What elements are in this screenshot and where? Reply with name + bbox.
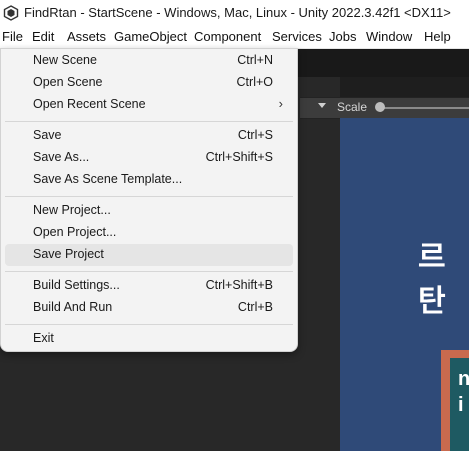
menu-item-label: Open Project... bbox=[33, 225, 117, 239]
menu-item-new-project[interactable]: New Project... bbox=[5, 200, 293, 222]
menu-item-label: Save bbox=[33, 128, 62, 142]
menu-assets[interactable]: Assets bbox=[67, 29, 106, 44]
game-title-text: 르탄 bbox=[418, 241, 447, 318]
menu-item-label: Build Settings... bbox=[33, 278, 120, 292]
menu-item-exit[interactable]: Exit bbox=[5, 328, 293, 350]
menu-separator bbox=[5, 271, 293, 272]
title-bar: FindRtan - StartScene - Windows, Mac, Li… bbox=[0, 0, 469, 26]
menu-item-open-project[interactable]: Open Project... bbox=[5, 222, 293, 244]
menu-item-save-as[interactable]: Save As... Ctrl+Shift+S bbox=[5, 147, 293, 169]
display-dropdown-arrow-icon[interactable] bbox=[318, 103, 326, 108]
menu-item-shortcut: Ctrl+O bbox=[236, 75, 273, 89]
unity-logo-icon bbox=[3, 5, 19, 21]
file-menu-dropdown: New Scene Ctrl+N Open Scene Ctrl+O Open … bbox=[0, 48, 298, 352]
menu-separator bbox=[5, 324, 293, 325]
menu-item-new-scene[interactable]: New Scene Ctrl+N bbox=[5, 50, 293, 72]
menu-item-save[interactable]: Save Ctrl+S bbox=[5, 125, 293, 147]
menu-item-save-as-scene-template[interactable]: Save As Scene Template... bbox=[5, 169, 293, 191]
scale-label: Scale bbox=[337, 100, 368, 114]
menu-item-build-settings[interactable]: Build Settings... Ctrl+Shift+B bbox=[5, 275, 293, 297]
menu-item-label: Build And Run bbox=[33, 300, 113, 314]
menu-item-label: New Project... bbox=[33, 203, 111, 217]
menu-item-shortcut: Ctrl+B bbox=[237, 300, 273, 314]
menu-item-label: Open Recent Scene bbox=[33, 97, 146, 111]
menu-item-shortcut: Ctrl+S bbox=[237, 128, 273, 142]
menu-item-label: Open Scene bbox=[33, 75, 103, 89]
window-title: FindRtan - StartScene - Windows, Mac, Li… bbox=[24, 5, 451, 20]
menu-component[interactable]: Component bbox=[194, 29, 261, 44]
submenu-chevron-right-icon: › bbox=[278, 96, 283, 111]
menu-item-open-scene[interactable]: Open Scene Ctrl+O bbox=[5, 72, 293, 94]
menu-item-open-recent-scene[interactable]: Open Recent Scene › bbox=[5, 94, 293, 116]
menu-services[interactable]: Services bbox=[272, 29, 322, 44]
menu-separator bbox=[5, 121, 293, 122]
menu-file[interactable]: File bbox=[2, 29, 23, 44]
scale-slider[interactable] bbox=[380, 107, 469, 109]
menu-item-save-project[interactable]: Save Project bbox=[5, 244, 293, 266]
menu-item-label: Exit bbox=[33, 331, 54, 345]
menu-item-shortcut: Ctrl+N bbox=[237, 53, 273, 67]
menu-separator bbox=[5, 196, 293, 197]
scale-slider-handle[interactable] bbox=[375, 102, 385, 112]
menu-item-label: Save As... bbox=[33, 150, 90, 164]
menu-item-label: Save As Scene Template... bbox=[33, 172, 183, 186]
menu-item-label: Save Project bbox=[33, 247, 104, 261]
menu-window[interactable]: Window bbox=[366, 29, 412, 44]
menu-edit[interactable]: Edit bbox=[32, 29, 54, 44]
menu-gameobject[interactable]: GameObject bbox=[114, 29, 187, 44]
menu-jobs[interactable]: Jobs bbox=[329, 29, 356, 44]
game-card-text: n i bbox=[458, 368, 469, 416]
menu-item-build-and-run[interactable]: Build And Run Ctrl+B bbox=[5, 297, 293, 319]
menu-item-shortcut: Ctrl+Shift+B bbox=[205, 278, 273, 292]
menu-help[interactable]: Help bbox=[424, 29, 451, 44]
menu-bar: File Edit Assets GameObject Component Se… bbox=[0, 26, 469, 49]
menu-item-shortcut: Ctrl+Shift+S bbox=[205, 150, 273, 164]
menu-item-label: New Scene bbox=[33, 53, 97, 67]
